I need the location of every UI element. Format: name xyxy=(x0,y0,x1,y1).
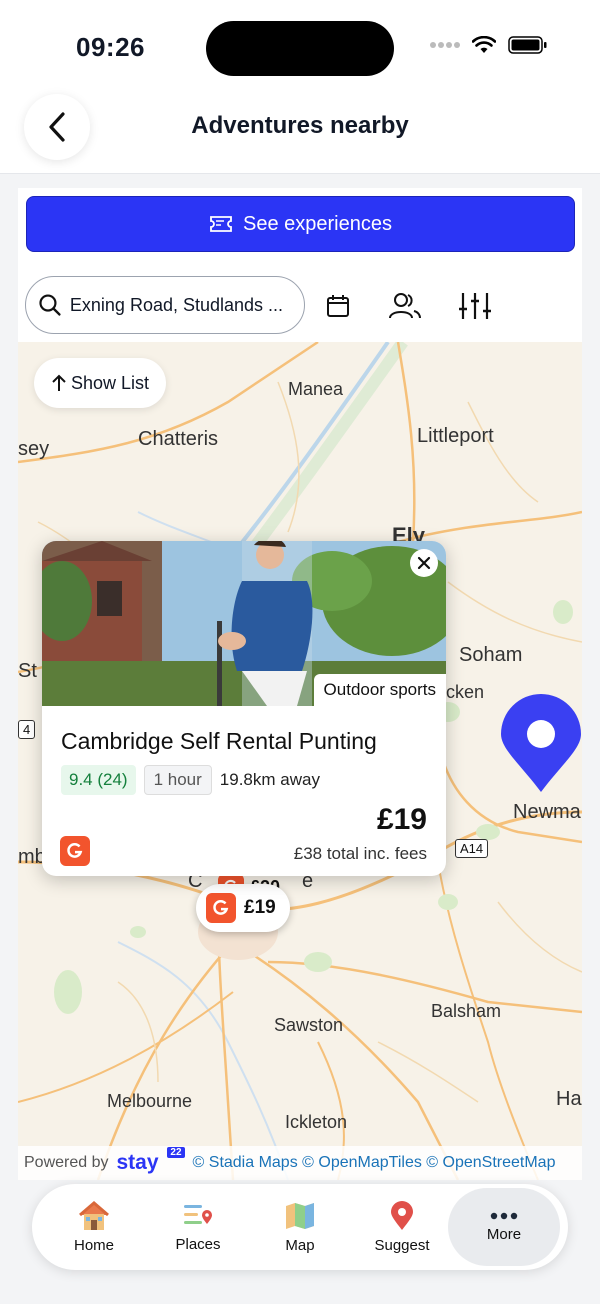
rating-badge: 9.4 (24) xyxy=(61,765,136,795)
status-icons xyxy=(430,36,548,54)
status-bar: 09:26 xyxy=(0,0,600,90)
stay22-logo: stay 22 xyxy=(116,1147,185,1175)
stay22-brand: stay xyxy=(116,1151,159,1174)
nav-more[interactable]: More xyxy=(448,1188,560,1266)
distance-text: 19.8km away xyxy=(219,770,320,789)
provider-logo-icon xyxy=(60,836,90,866)
calendar-icon xyxy=(327,295,349,317)
activity-title: Cambridge Self Rental Punting xyxy=(61,728,377,754)
places-icon xyxy=(184,1204,212,1224)
place-label: Melbourne xyxy=(107,1091,193,1111)
ticket-icon xyxy=(210,216,232,232)
location-pin-icon xyxy=(501,694,581,792)
status-time: 09:26 xyxy=(76,32,145,62)
controls-panel: See experiences Exning Road, Studlands .… xyxy=(18,188,582,342)
show-list-button[interactable]: Show List xyxy=(34,358,166,408)
people-icon xyxy=(389,293,421,319)
nav-places[interactable]: Places xyxy=(148,1184,248,1270)
nav-places-label: Places xyxy=(175,1235,221,1253)
activity-card[interactable]: Outdoor sports Cambridge Self Rental Pun… xyxy=(42,541,446,876)
header: Adventures nearby xyxy=(0,90,600,174)
nav-suggest[interactable]: Suggest xyxy=(352,1184,452,1270)
place-label: cken xyxy=(446,682,485,702)
nav-suggest-label: Suggest xyxy=(374,1236,430,1254)
house-icon xyxy=(79,1200,109,1230)
signal-icon xyxy=(430,42,460,48)
nav-map-label: Map xyxy=(285,1236,315,1254)
place-label: Newma xyxy=(513,801,581,823)
arrow-up-icon xyxy=(52,374,66,391)
road-number: 4 xyxy=(18,720,36,739)
provider-logo-icon xyxy=(206,893,236,923)
place-label: Ickleton xyxy=(285,1112,348,1132)
place-label: Ha xyxy=(556,1088,582,1110)
place-label: Chatteris xyxy=(138,428,219,450)
date-filter-button[interactable] xyxy=(316,284,360,328)
see-experiences-button[interactable]: See experiences xyxy=(26,196,575,252)
map-price-pin[interactable]: £19 xyxy=(196,884,290,932)
close-card-button[interactable] xyxy=(410,549,438,577)
place-label: sey xyxy=(18,438,50,460)
page-title: Adventures nearby xyxy=(191,112,409,139)
battery-icon xyxy=(508,36,547,54)
nav-home-label: Home xyxy=(73,1236,114,1254)
bottom-navigation: Home Places Map Suggest More xyxy=(32,1184,568,1270)
duration-badge: 1 hour xyxy=(143,765,212,795)
dynamic-island xyxy=(206,21,394,76)
activity-badges: 9.4 (24) 1 hour 19.8km away xyxy=(61,765,320,795)
place-label: Balsham xyxy=(431,1001,502,1021)
guests-filter-button[interactable] xyxy=(383,284,427,328)
category-tag: Outdoor sports xyxy=(313,674,446,706)
place-label: Soham xyxy=(459,644,523,666)
location-search-value: Exning Road, Studlands ... xyxy=(69,294,284,315)
show-list-label: Show List xyxy=(70,372,150,393)
map-icon xyxy=(286,1202,314,1229)
place-label: Sawston xyxy=(274,1015,344,1035)
pin-price: £19 xyxy=(244,897,276,918)
powered-by-label: Powered by xyxy=(24,1154,109,1171)
see-experiences-label: See experiences xyxy=(243,212,392,235)
map-attribution: Powered by stay 22 © Stadia Maps © OpenMa… xyxy=(18,1146,582,1180)
activity-total-price: £38 total inc. fees xyxy=(293,844,427,863)
activity-price: £19 xyxy=(376,803,427,836)
provider-logo xyxy=(60,836,90,866)
nav-home[interactable]: Home xyxy=(44,1184,144,1270)
wifi-icon xyxy=(472,36,496,53)
road-badge-a14: A14 xyxy=(455,839,489,858)
map-attribution-links[interactable]: © Stadia Maps © OpenMapTiles © OpenStree… xyxy=(193,1154,556,1172)
place-label: Littleport xyxy=(417,425,494,447)
place-label: Manea xyxy=(288,379,344,399)
filters-button[interactable] xyxy=(453,284,497,328)
nav-map[interactable]: Map xyxy=(250,1184,350,1270)
sliders-icon xyxy=(459,293,491,319)
search-icon xyxy=(39,294,61,316)
current-location-marker[interactable] xyxy=(500,694,582,799)
location-search-input[interactable]: Exning Road, Studlands ... xyxy=(25,276,305,334)
pin-icon xyxy=(391,1200,413,1230)
close-icon xyxy=(417,556,431,570)
nav-more-label: More xyxy=(486,1225,522,1243)
stay22-badge: 22 xyxy=(167,1147,185,1158)
more-dots-icon xyxy=(490,1212,518,1219)
